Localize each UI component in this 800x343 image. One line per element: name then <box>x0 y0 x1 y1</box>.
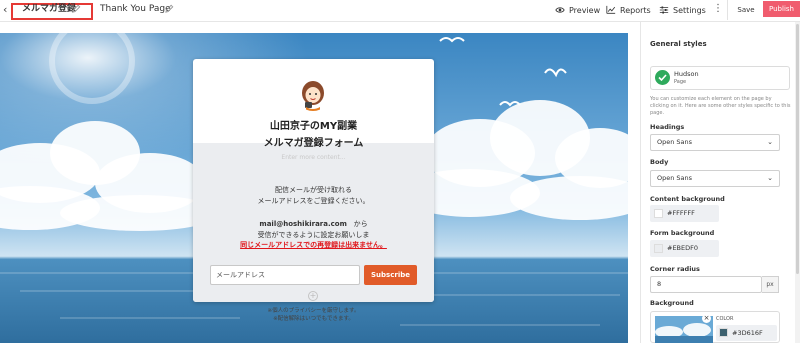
sliders-icon <box>659 6 669 14</box>
privacy-note[interactable]: ※個人のプライバシーを厳守します。 <box>193 308 434 315</box>
top-bar: ‹ メルマガ登録 Thank You Page Preview Reports … <box>0 0 800 22</box>
tab-thank-you-label[interactable]: Thank You Page <box>100 3 171 15</box>
close-icon[interactable]: × <box>702 314 711 323</box>
bg-color-field[interactable]: #3D616F <box>716 325 777 341</box>
reports-button[interactable]: Reports <box>606 3 651 17</box>
chevron-down-icon: ⌄ <box>767 174 773 182</box>
settings-button[interactable]: Settings <box>659 3 706 17</box>
warning-text[interactable]: 同じメールアドレスでの再登録は出来ません。 <box>193 241 434 250</box>
save-button[interactable]: Save <box>734 3 758 17</box>
back-arrow-icon[interactable]: ‹ <box>3 3 7 17</box>
theme-subtitle: Page <box>674 79 687 85</box>
content-bg-value: #FFFFFF <box>667 209 695 217</box>
bg-color-value: #3D616F <box>732 329 763 337</box>
content-bg-color-field[interactable]: #FFFFFF <box>650 205 719 222</box>
check-icon <box>655 70 670 85</box>
preview-button[interactable]: Preview <box>555 3 600 17</box>
form-bg-value: #EBEDF0 <box>667 244 698 252</box>
avatar[interactable] <box>294 75 332 113</box>
corner-radius-input[interactable]: 8 <box>650 276 762 293</box>
reports-label: Reports <box>620 5 651 15</box>
content-placeholder[interactable]: Enter more content... <box>193 154 434 162</box>
body-font-value: Open Sans <box>657 174 693 182</box>
unsubscribe-note[interactable]: ※配信解除はいつでもできます。 <box>193 316 434 323</box>
theme-name: Hudson <box>674 70 699 78</box>
color-swatch <box>654 209 663 218</box>
edit-pencil-icon[interactable] <box>165 4 174 13</box>
edit-pencil-icon[interactable] <box>72 4 81 13</box>
divider <box>727 0 728 20</box>
eye-icon <box>555 7 565 13</box>
publish-button[interactable]: Publish <box>763 1 800 17</box>
theme-selector[interactable] <box>650 66 790 90</box>
color-swatch <box>654 244 663 253</box>
body-font-select[interactable]: Open Sans ⌄ <box>650 170 780 187</box>
add-block-icon[interactable]: + <box>308 291 318 301</box>
form-title-line2[interactable]: メルマガ登録フォーム <box>193 137 434 150</box>
corner-radius-label: Corner radius <box>650 265 700 273</box>
chart-icon <box>606 5 616 14</box>
corner-radius-unit: px <box>762 276 779 293</box>
form-body-line1[interactable]: 配信メールが受け取れる <box>193 186 434 195</box>
panel-scrollbar-thumb[interactable] <box>796 24 799 274</box>
headings-font-value: Open Sans <box>657 138 693 146</box>
form-body-line4[interactable]: 受信ができるように設定お願いしま <box>193 231 434 240</box>
headings-label: Headings <box>650 123 685 131</box>
email-input[interactable]: メールアドレス <box>210 265 360 285</box>
panel-heading: General styles <box>650 40 707 48</box>
tab-mailmag-label[interactable]: メルマガ登録 <box>22 3 76 15</box>
headings-font-select[interactable]: Open Sans ⌄ <box>650 134 780 151</box>
chevron-down-icon: ⌄ <box>767 138 773 146</box>
form-title-line1[interactable]: 山田京子のMY副業 <box>193 120 434 133</box>
form-bg-label: Form background <box>650 229 715 237</box>
color-swatch <box>719 328 728 337</box>
form-body-line2[interactable]: メールアドレスをご登録ください。 <box>193 197 434 206</box>
help-text: You can customize each element on the pa… <box>650 96 791 116</box>
form-body-email-line[interactable]: mail@hoshikirara.com から <box>193 220 434 229</box>
content-bg-label: Content background <box>650 195 725 203</box>
email-suffix: から <box>353 220 368 228</box>
subscribe-button[interactable]: Subscribe <box>364 265 417 285</box>
settings-label: Settings <box>673 5 706 15</box>
sender-email: mail@hoshikirara.com <box>259 220 347 228</box>
background-label: Background <box>650 299 694 307</box>
form-bg-color-field[interactable]: #EBEDF0 <box>650 240 719 257</box>
kebab-menu-icon[interactable]: ⋮ <box>713 3 723 15</box>
bg-color-label: COLOR <box>716 316 734 322</box>
preview-label: Preview <box>569 5 601 15</box>
body-font-label: Body <box>650 158 669 166</box>
